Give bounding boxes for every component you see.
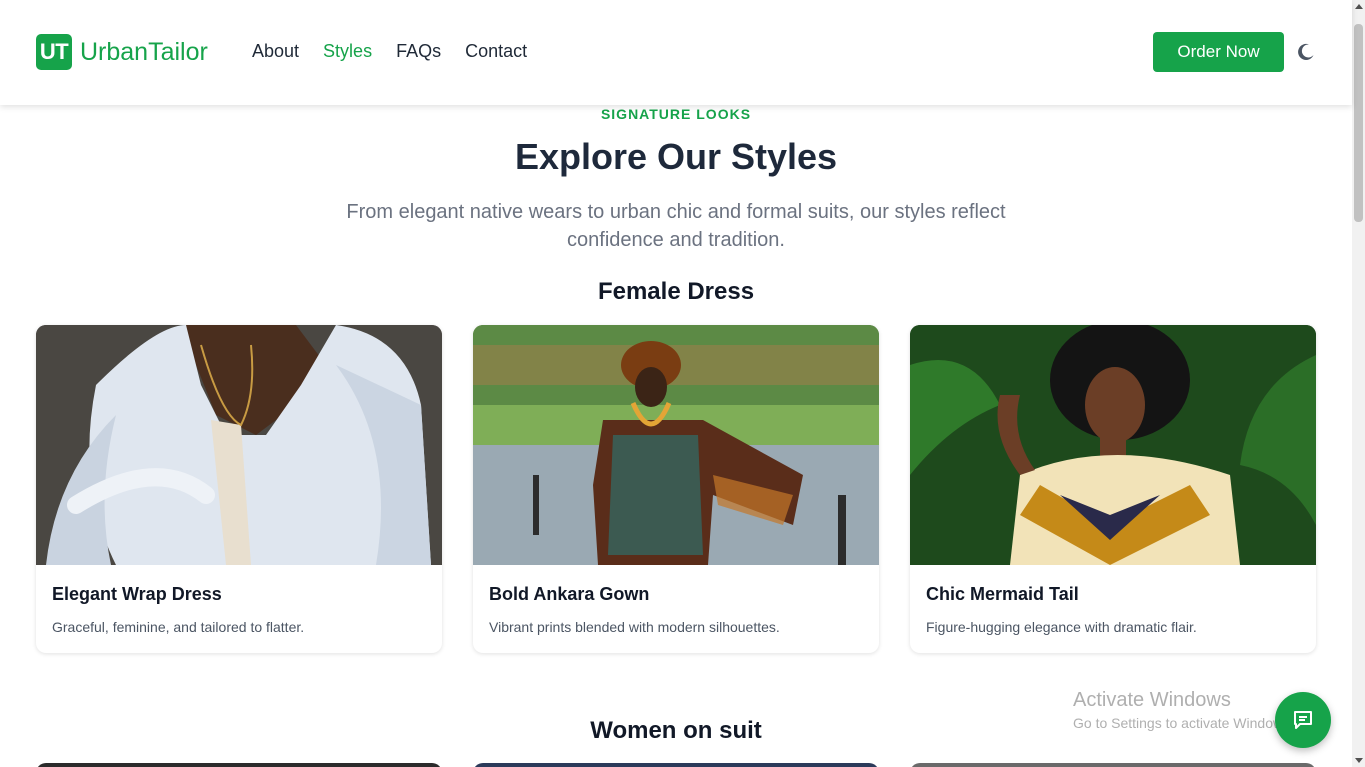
style-card[interactable]: Elegant Wrap Dress Graceful, feminine, a… <box>36 325 442 653</box>
site-header: UT UrbanTailor About Styles FAQs Contact… <box>0 0 1352 105</box>
page: UT UrbanTailor About Styles FAQs Contact… <box>0 0 1365 767</box>
watermark-line-1: Activate Windows <box>1073 689 1231 711</box>
section-subtitle: From elegant native wears to urban chic … <box>346 201 1006 251</box>
nav-item-faqs[interactable]: FAQs <box>396 41 441 62</box>
style-card-description: Vibrant prints blended with modern silho… <box>489 619 780 635</box>
vertical-scrollbar[interactable] <box>1352 0 1365 767</box>
category-title-female-dress: Female Dress <box>597 278 755 305</box>
style-card[interactable]: Chic Mermaid Tail Figure-hugging eleganc… <box>910 325 1316 653</box>
style-image <box>36 325 442 565</box>
activate-windows-watermark: Activate Windows Go to Settings to activ… <box>1073 689 1294 731</box>
order-now-button[interactable]: Order Now <box>1153 32 1284 72</box>
style-card-title: Chic Mermaid Tail <box>926 584 1079 604</box>
nav-item-contact[interactable]: Contact <box>465 41 527 62</box>
scroll-up-arrow-icon[interactable] <box>1355 4 1363 9</box>
nav-item-about[interactable]: About <box>252 41 299 62</box>
logo-text: UrbanTailor <box>80 37 208 66</box>
logo-badge: UT <box>36 34 72 70</box>
style-card-title: Bold Ankara Gown <box>489 584 650 604</box>
nav-item-styles[interactable]: Styles <box>323 41 372 62</box>
style-card-description: Graceful, feminine, and tailored to flat… <box>52 619 305 635</box>
scrollbar-thumb[interactable] <box>1354 24 1363 222</box>
chat-button[interactable] <box>1275 692 1331 748</box>
moon-icon[interactable] <box>1296 42 1316 62</box>
style-card-title: Elegant Wrap Dress <box>52 584 222 604</box>
watermark-line-2: Go to Settings to activate Windows. <box>1073 715 1294 731</box>
style-image <box>473 325 879 565</box>
main-nav: About Styles FAQs Contact <box>252 41 551 62</box>
style-card-peek[interactable] <box>36 763 442 767</box>
style-card-peek[interactable] <box>910 763 1316 767</box>
scroll-down-arrow-icon[interactable] <box>1355 758 1363 763</box>
style-image <box>910 325 1316 565</box>
style-card-peek[interactable] <box>473 763 879 767</box>
style-card[interactable]: Bold Ankara Gown Vibrant prints blended … <box>473 325 879 653</box>
style-card-description: Figure-hugging elegance with dramatic fl… <box>926 619 1197 635</box>
logo[interactable]: UT UrbanTailor <box>36 34 208 70</box>
chat-icon <box>1294 711 1312 729</box>
section-eyebrow: SIGNATURE LOOKS <box>600 106 752 122</box>
section-title: Explore Our Styles <box>514 136 838 177</box>
